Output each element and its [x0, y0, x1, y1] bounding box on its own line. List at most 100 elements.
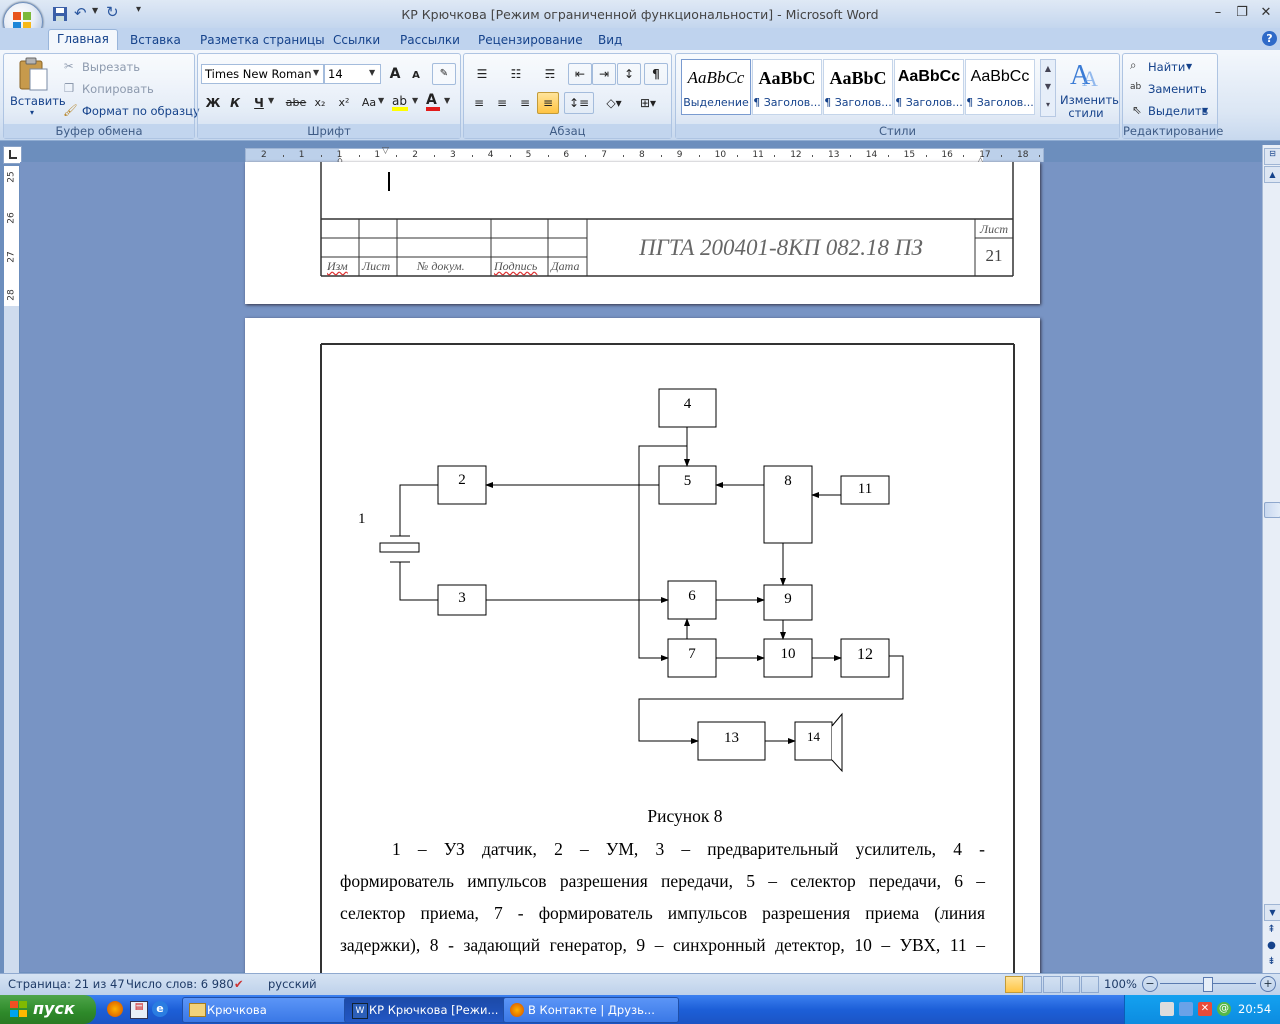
select-button[interactable]: Выделить — [1148, 104, 1208, 118]
bold-button[interactable]: Ж — [202, 92, 224, 114]
tray-app-icon[interactable] — [1160, 1002, 1174, 1016]
firefox-quicklaunch-icon[interactable] — [107, 1001, 123, 1017]
find-dropdown-icon[interactable]: ▼ — [1186, 62, 1192, 71]
shrink-font-button[interactable]: A — [406, 65, 426, 87]
style-heading-1[interactable]: AaBbC ¶ Заголов... — [752, 59, 822, 115]
numbering-button[interactable]: ☷ — [502, 63, 530, 85]
align-center-button[interactable]: ≡ — [491, 92, 513, 114]
zoom-in-icon[interactable]: + — [1260, 976, 1276, 992]
style-heading-4[interactable]: AaBbCc ¶ Заголов... — [965, 59, 1035, 115]
tab-page-layout[interactable]: Разметка страницы — [192, 31, 333, 50]
tab-home[interactable]: Главная — [48, 29, 118, 52]
spelling-status-icon[interactable]: ✔ — [234, 977, 244, 991]
tab-mailings[interactable]: Рассылки — [392, 31, 468, 50]
previous-page-icon[interactable]: ⇞ — [1264, 922, 1279, 937]
desktop-quicklaunch-icon[interactable]: ▤ — [130, 1001, 148, 1019]
align-right-button[interactable]: ≡ — [514, 92, 536, 114]
paste-button[interactable]: Вставить — [10, 94, 66, 108]
select-dropdown-icon[interactable]: ▼ — [1202, 106, 1208, 115]
tab-references[interactable]: Ссылки — [325, 31, 388, 50]
scroll-up-icon[interactable]: ▲ — [1264, 166, 1280, 183]
zoom-slider-thumb[interactable] — [1203, 977, 1213, 992]
replace-button[interactable]: Заменить — [1148, 82, 1207, 96]
redo-icon[interactable]: ↻ — [106, 3, 119, 21]
styles-scroll[interactable]: ▲ ▼ ▾ — [1040, 59, 1056, 117]
show-formatting-marks-button[interactable]: ¶ — [644, 63, 668, 85]
underline-dropdown-icon[interactable]: ▼ — [268, 96, 274, 105]
task-browser-vkontakte[interactable]: В Контакте | Друзь... — [503, 997, 679, 1023]
borders-button[interactable]: ⊞▾ — [632, 92, 664, 114]
network-icon[interactable] — [1179, 1002, 1193, 1016]
tab-review[interactable]: Рецензирование — [470, 31, 591, 50]
highlight-icon[interactable]: ab — [392, 94, 408, 112]
highlight-dropdown-icon[interactable]: ▼ — [412, 96, 418, 105]
close-button[interactable]: ✕ — [1254, 4, 1278, 22]
save-icon[interactable] — [52, 6, 68, 22]
task-explorer-folder[interactable]: Крючкова — [182, 997, 358, 1023]
font-name-combo[interactable]: Times New Roman — [201, 64, 324, 84]
outline-view-button[interactable] — [1062, 976, 1080, 993]
decrease-indent-button[interactable]: ⇤ — [568, 63, 592, 85]
ie-quicklaunch-icon[interactable]: e — [152, 1001, 168, 1017]
justify-button[interactable]: ≡ — [537, 92, 559, 114]
vertical-scrollbar[interactable] — [1262, 145, 1280, 973]
superscript-button[interactable]: x² — [332, 92, 356, 114]
ruler-toggle-icon[interactable]: ⊟ — [1264, 148, 1280, 165]
font-color-dropdown-icon[interactable]: ▼ — [444, 96, 450, 105]
undo-dropdown-icon[interactable]: ▼ — [92, 6, 98, 15]
strikethrough-button[interactable]: abe — [282, 92, 310, 114]
bullets-button[interactable]: ☰ — [468, 63, 496, 85]
paste-dropdown-icon[interactable]: ▾ — [30, 108, 34, 117]
style-emphasis[interactable]: AaBbCc Выделение — [681, 59, 751, 115]
horizontal-ruler[interactable]: 2 1 1 1 2 3 4 5 6 7 8 9 10 11 12 13 14 15 16 17 18 — [245, 148, 1044, 163]
clear-formatting-button[interactable]: ✎ — [432, 63, 456, 85]
next-page-icon[interactable]: ⇟ — [1264, 954, 1279, 969]
print-layout-view-button[interactable] — [1005, 976, 1023, 993]
align-left-button[interactable]: ≡ — [468, 92, 490, 114]
sort-button[interactable]: ↕ — [617, 63, 641, 85]
tab-insert[interactable]: Вставка — [122, 31, 189, 50]
scroll-thumb[interactable] — [1264, 502, 1280, 518]
task-word-document[interactable]: КР Крючкова [Режи... — [344, 997, 520, 1023]
format-painter-button[interactable]: Формат по образцу — [82, 104, 200, 118]
maximize-button[interactable]: ❐ — [1230, 4, 1254, 22]
status-word-count[interactable]: Число слов: 6 980 — [126, 977, 234, 991]
change-styles-icon[interactable]: A A — [1068, 58, 1102, 90]
first-line-indent-marker[interactable]: ▽ — [382, 146, 389, 156]
minimize-button[interactable]: – — [1206, 4, 1230, 22]
copy-button[interactable]: Копировать — [82, 82, 154, 96]
tab-view[interactable]: Вид — [590, 31, 630, 50]
web-layout-view-button[interactable] — [1043, 976, 1061, 993]
cut-button[interactable]: Вырезать — [82, 60, 140, 74]
zoom-out-icon[interactable]: − — [1142, 976, 1158, 992]
browse-object-icon[interactable]: ● — [1264, 938, 1279, 953]
icq-icon[interactable]: @ — [1217, 1002, 1231, 1016]
full-screen-view-button[interactable] — [1024, 976, 1042, 993]
font-name-dropdown-icon[interactable]: ▼ — [313, 68, 319, 77]
line-spacing-button[interactable]: ↕≡ — [564, 92, 594, 114]
font-color-icon[interactable]: A — [426, 92, 440, 111]
shading-button[interactable]: ◇▾ — [598, 92, 630, 114]
multilevel-list-button[interactable]: ☴ — [536, 63, 564, 85]
change-styles-button[interactable]: Изменить стили — [1060, 94, 1119, 120]
subscript-button[interactable]: x₂ — [308, 92, 332, 114]
status-language[interactable]: русский — [268, 977, 317, 991]
increase-indent-button[interactable]: ⇥ — [592, 63, 616, 85]
underline-button[interactable]: Ч — [248, 92, 270, 114]
grow-font-button[interactable]: A — [384, 63, 406, 85]
help-icon[interactable]: ? — [1262, 31, 1277, 46]
security-alert-icon[interactable]: ✕ — [1198, 1002, 1212, 1016]
font-size-dropdown-icon[interactable]: ▼ — [369, 68, 375, 77]
style-heading-2[interactable]: AaBbC ¶ Заголов... — [823, 59, 893, 115]
scroll-down-icon[interactable]: ▼ — [1264, 904, 1280, 921]
find-button[interactable]: Найти — [1148, 60, 1185, 74]
paste-icon[interactable] — [17, 57, 49, 91]
undo-icon[interactable]: ↶ — [74, 4, 87, 22]
customize-toolbar-icon[interactable]: ▾ — [136, 4, 141, 15]
draft-view-button[interactable] — [1081, 976, 1099, 993]
italic-button[interactable]: К — [224, 92, 246, 114]
style-heading-3[interactable]: AaBbCc ¶ Заголов... — [894, 59, 964, 115]
change-case-dropdown-icon[interactable]: ▼ — [378, 96, 384, 105]
zoom-level[interactable]: 100% — [1104, 977, 1137, 991]
status-page[interactable]: Страница: 21 из 47 — [8, 977, 125, 991]
